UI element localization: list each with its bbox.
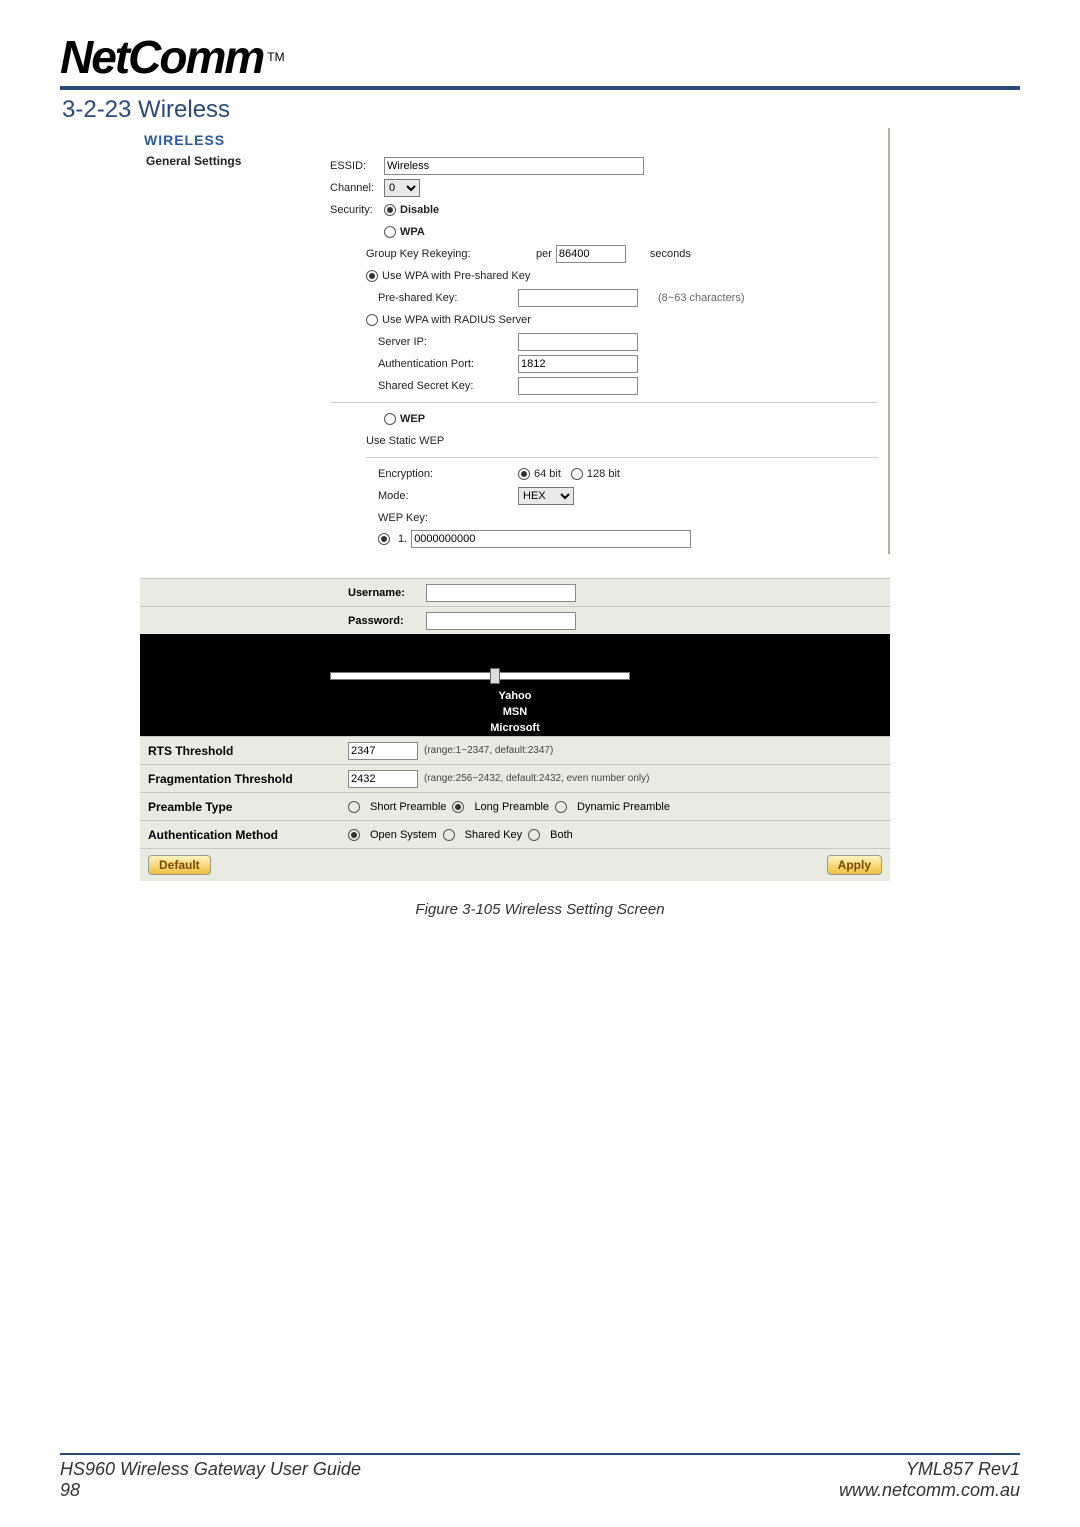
mode-label: Mode: [378, 490, 518, 502]
security-label: Security: [330, 204, 384, 216]
wpa-psk-label: Use WPA with Pre-shared Key [382, 270, 530, 282]
enc-64-label: 64 bit [534, 468, 561, 480]
server-ip-input[interactable] [518, 333, 638, 351]
preamble-type-label: Preamble Type [140, 796, 340, 818]
apply-button[interactable]: Apply [827, 855, 882, 875]
enc-128-label: 128 bit [587, 468, 620, 480]
auth-port-label: Authentication Port: [378, 358, 518, 370]
encryption-label: Encryption: [378, 468, 518, 480]
preamble-short-radio[interactable] [348, 801, 360, 813]
preshared-key-hint: (8~63 characters) [658, 292, 745, 304]
general-settings-label: General Settings [140, 154, 330, 554]
rts-threshold-hint: (range:1~2347, default:2347) [424, 745, 553, 756]
wpa-radius-label: Use WPA with RADIUS Server [382, 314, 531, 326]
default-button[interactable]: Default [148, 855, 211, 875]
auth-shared-radio[interactable] [443, 829, 455, 841]
wpa-radius-radio[interactable] [366, 314, 378, 326]
slider-track[interactable] [330, 672, 630, 680]
preamble-long-label: Long Preamble [474, 801, 549, 813]
brand-logo: NetComm TM [60, 30, 1020, 84]
security-wep-label: WEP [400, 413, 425, 425]
figure-caption: Figure 3-105 Wireless Setting Screen [60, 901, 1020, 918]
footer-url: www.netcomm.com.au [839, 1480, 1020, 1501]
server-ip-label: Server IP: [378, 336, 518, 348]
header-rule [60, 86, 1020, 90]
gkr-per: per [536, 248, 552, 260]
security-wpa-label: WPA [400, 226, 425, 238]
auth-shared-label: Shared Key [465, 829, 522, 841]
channel-select[interactable]: 0 [384, 179, 420, 197]
gkr-seconds: seconds [650, 248, 691, 260]
preamble-long-radio[interactable] [452, 801, 464, 813]
frag-threshold-label: Fragmentation Threshold [140, 768, 340, 790]
footer-page-number: 98 [60, 1480, 361, 1501]
footer-guide-title: HS960 Wireless Gateway User Guide [60, 1459, 361, 1480]
frag-threshold-input[interactable] [348, 770, 418, 788]
shared-secret-input[interactable] [518, 377, 638, 395]
auth-both-label: Both [550, 829, 573, 841]
username-label: Username: [348, 587, 420, 599]
auth-open-label: Open System [370, 829, 437, 841]
logo-tm: TM [267, 50, 284, 64]
advanced-settings-panel: Username: Password: Yahoo MSN Microsoft … [140, 578, 890, 881]
use-static-wep-label: Use Static WEP [366, 435, 444, 447]
wep-key-label: WEP Key: [378, 512, 428, 524]
frag-threshold-hint: (range:256~2432, default:2432, even numb… [424, 773, 649, 784]
wpa-psk-radio[interactable] [366, 270, 378, 282]
page-footer: HS960 Wireless Gateway User Guide 98 YML… [60, 1453, 1020, 1501]
wireless-heading: WIRELESS [140, 128, 888, 154]
preshared-key-input[interactable] [518, 289, 638, 307]
channel-label: Channel: [330, 182, 384, 194]
shared-secret-label: Shared Secret Key: [378, 380, 518, 392]
wep-key-1-radio[interactable] [378, 533, 390, 545]
enc-64-radio[interactable] [518, 468, 530, 480]
preamble-dynamic-label: Dynamic Preamble [577, 801, 670, 813]
preshared-key-label: Pre-shared Key: [378, 292, 518, 304]
auth-method-label: Authentication Method [140, 824, 340, 846]
gkr-input[interactable] [556, 245, 626, 263]
essid-label: ESSID: [330, 160, 384, 172]
enc-128-radio[interactable] [571, 468, 583, 480]
wireless-settings-panel: WIRELESS General Settings ESSID: Channel… [140, 128, 890, 554]
divider-bar [140, 634, 890, 664]
link-microsoft[interactable]: Microsoft [490, 722, 540, 734]
preamble-dynamic-radio[interactable] [555, 801, 567, 813]
logo-text: NetComm [60, 30, 263, 84]
essid-input[interactable] [384, 157, 644, 175]
password-input[interactable] [426, 612, 576, 630]
link-msn[interactable]: MSN [503, 706, 527, 718]
footer-revision: YML857 Rev1 [839, 1459, 1020, 1480]
link-yahoo[interactable]: Yahoo [498, 690, 531, 702]
preamble-short-label: Short Preamble [370, 801, 446, 813]
wep-key-1-num: 1. [398, 533, 407, 545]
auth-port-input[interactable] [518, 355, 638, 373]
auth-open-radio[interactable] [348, 829, 360, 841]
slider-bar [140, 664, 890, 688]
mode-select[interactable]: HEX [518, 487, 574, 505]
security-wep-radio[interactable] [384, 413, 396, 425]
auth-both-radio[interactable] [528, 829, 540, 841]
slider-thumb[interactable] [490, 668, 500, 684]
password-label: Password: [348, 615, 420, 627]
security-disable-radio[interactable] [384, 204, 396, 216]
security-wpa-radio[interactable] [384, 226, 396, 238]
section-title: 3-2-23 Wireless [62, 96, 1020, 124]
username-input[interactable] [426, 584, 576, 602]
rts-threshold-input[interactable] [348, 742, 418, 760]
wep-key-1-input[interactable] [411, 530, 691, 548]
group-key-rekey-label: Group Key Rekeying: [366, 248, 496, 260]
rts-threshold-label: RTS Threshold [140, 740, 340, 762]
security-disable-label: Disable [400, 204, 439, 216]
